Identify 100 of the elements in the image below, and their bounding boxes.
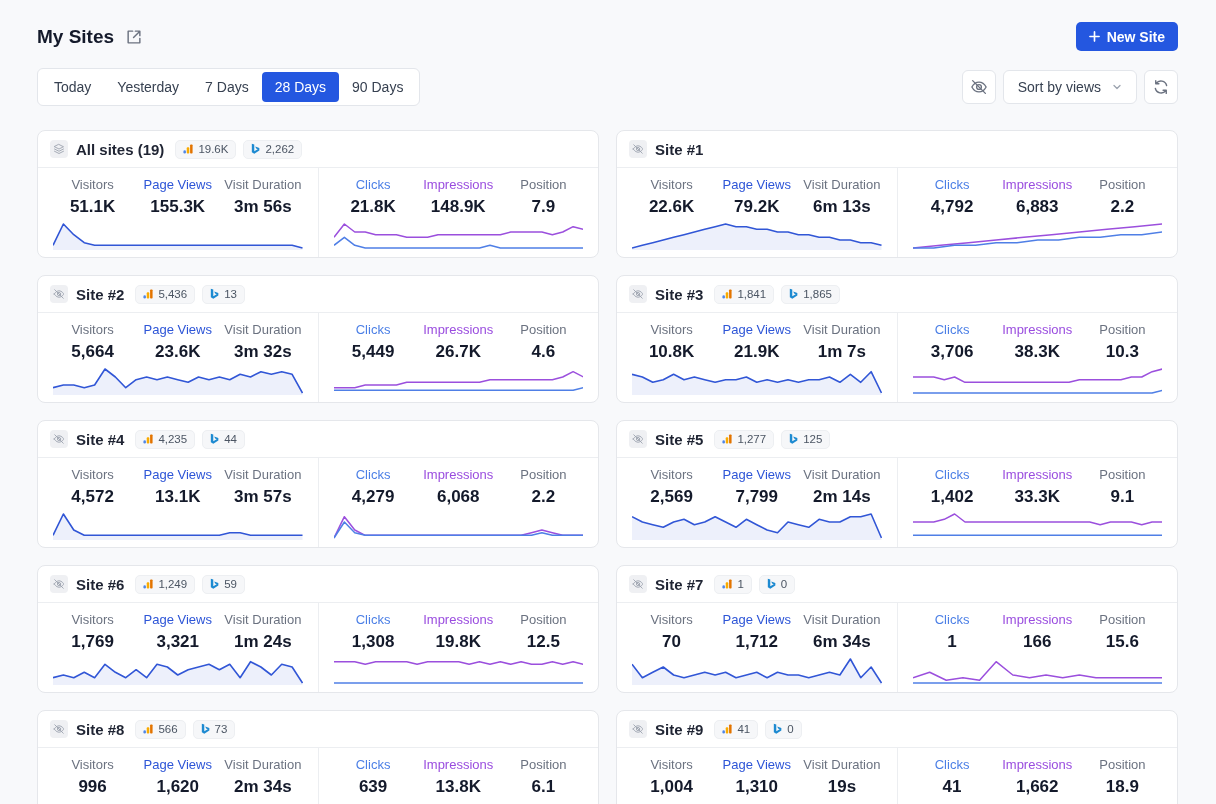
eye-off-button[interactable] [961, 70, 996, 104]
metric-label: Page Views [143, 757, 212, 773]
metric-label: Page Views [143, 612, 212, 628]
eye-off-icon[interactable] [629, 140, 647, 158]
date-range-tab[interactable]: 28 Days [261, 72, 340, 102]
external-link-icon[interactable] [125, 27, 144, 46]
metric-label: Visit Duration [224, 757, 302, 773]
eye-off-icon[interactable] [629, 285, 647, 303]
b-logo-icon [773, 723, 783, 735]
tag-count: 1,277 [737, 433, 767, 445]
metric-label: Clicks [934, 177, 970, 193]
metric-value: 1,004 [650, 776, 693, 798]
sort-dropdown[interactable]: Sort by views [1002, 70, 1137, 104]
metric-value: 79.2K [734, 196, 780, 218]
metric-value: 6m 13s [813, 196, 871, 218]
date-range-tab[interactable]: Yesterday [104, 72, 193, 102]
metric-label: Visit Duration [224, 177, 302, 193]
metric-value: 1,662 [1015, 776, 1059, 798]
date-range-tab[interactable]: 7 Days [192, 72, 262, 102]
tag-count: 566 [158, 723, 178, 735]
site-name: Site #7 [655, 575, 704, 593]
site-name: Site #3 [655, 285, 704, 303]
metric-value: 4,572 [71, 486, 114, 508]
metric-label: Page Views [722, 467, 791, 483]
date-range-tab[interactable]: Today [41, 72, 105, 102]
metric-label: Page Views [722, 757, 791, 773]
metric-label: Page Views [143, 177, 212, 193]
date-range-tab[interactable]: 90 Days [339, 72, 417, 102]
site-name: Site #2 [76, 285, 125, 303]
eye-off-icon[interactable] [50, 430, 68, 448]
metric-value: 5,664 [71, 341, 114, 363]
metric-label: Impressions [1002, 322, 1073, 338]
site-name: Site #4 [76, 430, 125, 448]
refresh-icon [1152, 78, 1170, 96]
tag-count: 1 [737, 578, 744, 590]
metric-value: 13.1K [155, 486, 201, 508]
b-logo-icon [789, 433, 799, 445]
bar-chart-icon [143, 289, 154, 299]
b-logo-icon [210, 578, 220, 590]
site-name: All sites (19) [76, 140, 165, 158]
metric-label: Visitors [71, 467, 114, 483]
tag-count: 5,436 [158, 288, 188, 300]
metric-label: Page Views [722, 322, 791, 338]
b-logo-icon [200, 723, 210, 735]
eye-off-icon[interactable] [50, 720, 68, 738]
eye-off-icon[interactable] [50, 575, 68, 593]
metric-value: 41 [942, 776, 962, 798]
metric-value: 51.1K [69, 196, 116, 218]
metric-label: Position [1099, 177, 1146, 193]
b-logo-icon [789, 288, 799, 300]
tag-count: 2,262 [265, 143, 295, 155]
metric-value: 6,068 [436, 486, 480, 508]
metric-value: 155.3K [150, 196, 206, 218]
metric-value: 7,799 [735, 486, 778, 508]
eye-off-icon[interactable] [629, 430, 647, 448]
site-name: Site #8 [76, 720, 125, 738]
metric-label: Visit Duration [224, 467, 302, 483]
metric-value: 10.8K [648, 341, 695, 363]
metric-value: 3,706 [930, 341, 974, 363]
bar-chart-icon [722, 579, 733, 589]
metric-label: Visit Duration [224, 612, 302, 628]
metric-value: 33.3K [1014, 486, 1060, 508]
metric-label: Impressions [1002, 177, 1073, 193]
metric-value: 1m 24s [234, 631, 292, 653]
metric-value: 2m 34s [234, 776, 292, 798]
metric-value: 1m 7s [817, 341, 866, 363]
metric-value: 1,769 [71, 631, 114, 653]
metric-label: Visit Duration [803, 322, 881, 338]
eye-off-icon[interactable] [50, 285, 68, 303]
metric-value: 4,279 [351, 486, 395, 508]
tag-count: 1,841 [737, 288, 767, 300]
metric-value: 148.9K [430, 196, 486, 218]
metric-label: Clicks [355, 612, 391, 628]
eye-off-icon[interactable] [629, 720, 647, 738]
site-name: Site #5 [655, 430, 704, 448]
metric-label: Impressions [423, 757, 494, 773]
plus-icon [1088, 31, 1100, 42]
new-site-button[interactable]: New Site [1075, 22, 1178, 51]
metric-value: 1 [947, 631, 957, 653]
metric-label: Visitors [650, 322, 693, 338]
metric-label: Position [520, 177, 567, 193]
layers-icon [50, 140, 68, 158]
metric-value: 18.9 [1105, 776, 1139, 798]
metric-label: Clicks [934, 322, 970, 338]
metric-label: Clicks [355, 322, 391, 338]
metric-label: Position [520, 322, 567, 338]
metric-value: 166 [1023, 631, 1052, 653]
metric-label: Visitors [650, 612, 693, 628]
metric-value: 2.2 [531, 486, 556, 508]
metric-value: 22.6K [648, 196, 695, 218]
refresh-button[interactable] [1144, 70, 1178, 104]
metric-label: Page Views [143, 322, 212, 338]
metric-value: 9.1 [1110, 486, 1135, 508]
eye-off-icon[interactable] [629, 575, 647, 593]
metric-value: 23.6K [155, 341, 201, 363]
metric-label: Visit Duration [803, 612, 881, 628]
tag-count: 13 [224, 288, 237, 300]
metric-label: Position [1099, 757, 1146, 773]
metric-value: 3m 32s [234, 341, 292, 363]
metric-value: 2,569 [650, 486, 693, 508]
